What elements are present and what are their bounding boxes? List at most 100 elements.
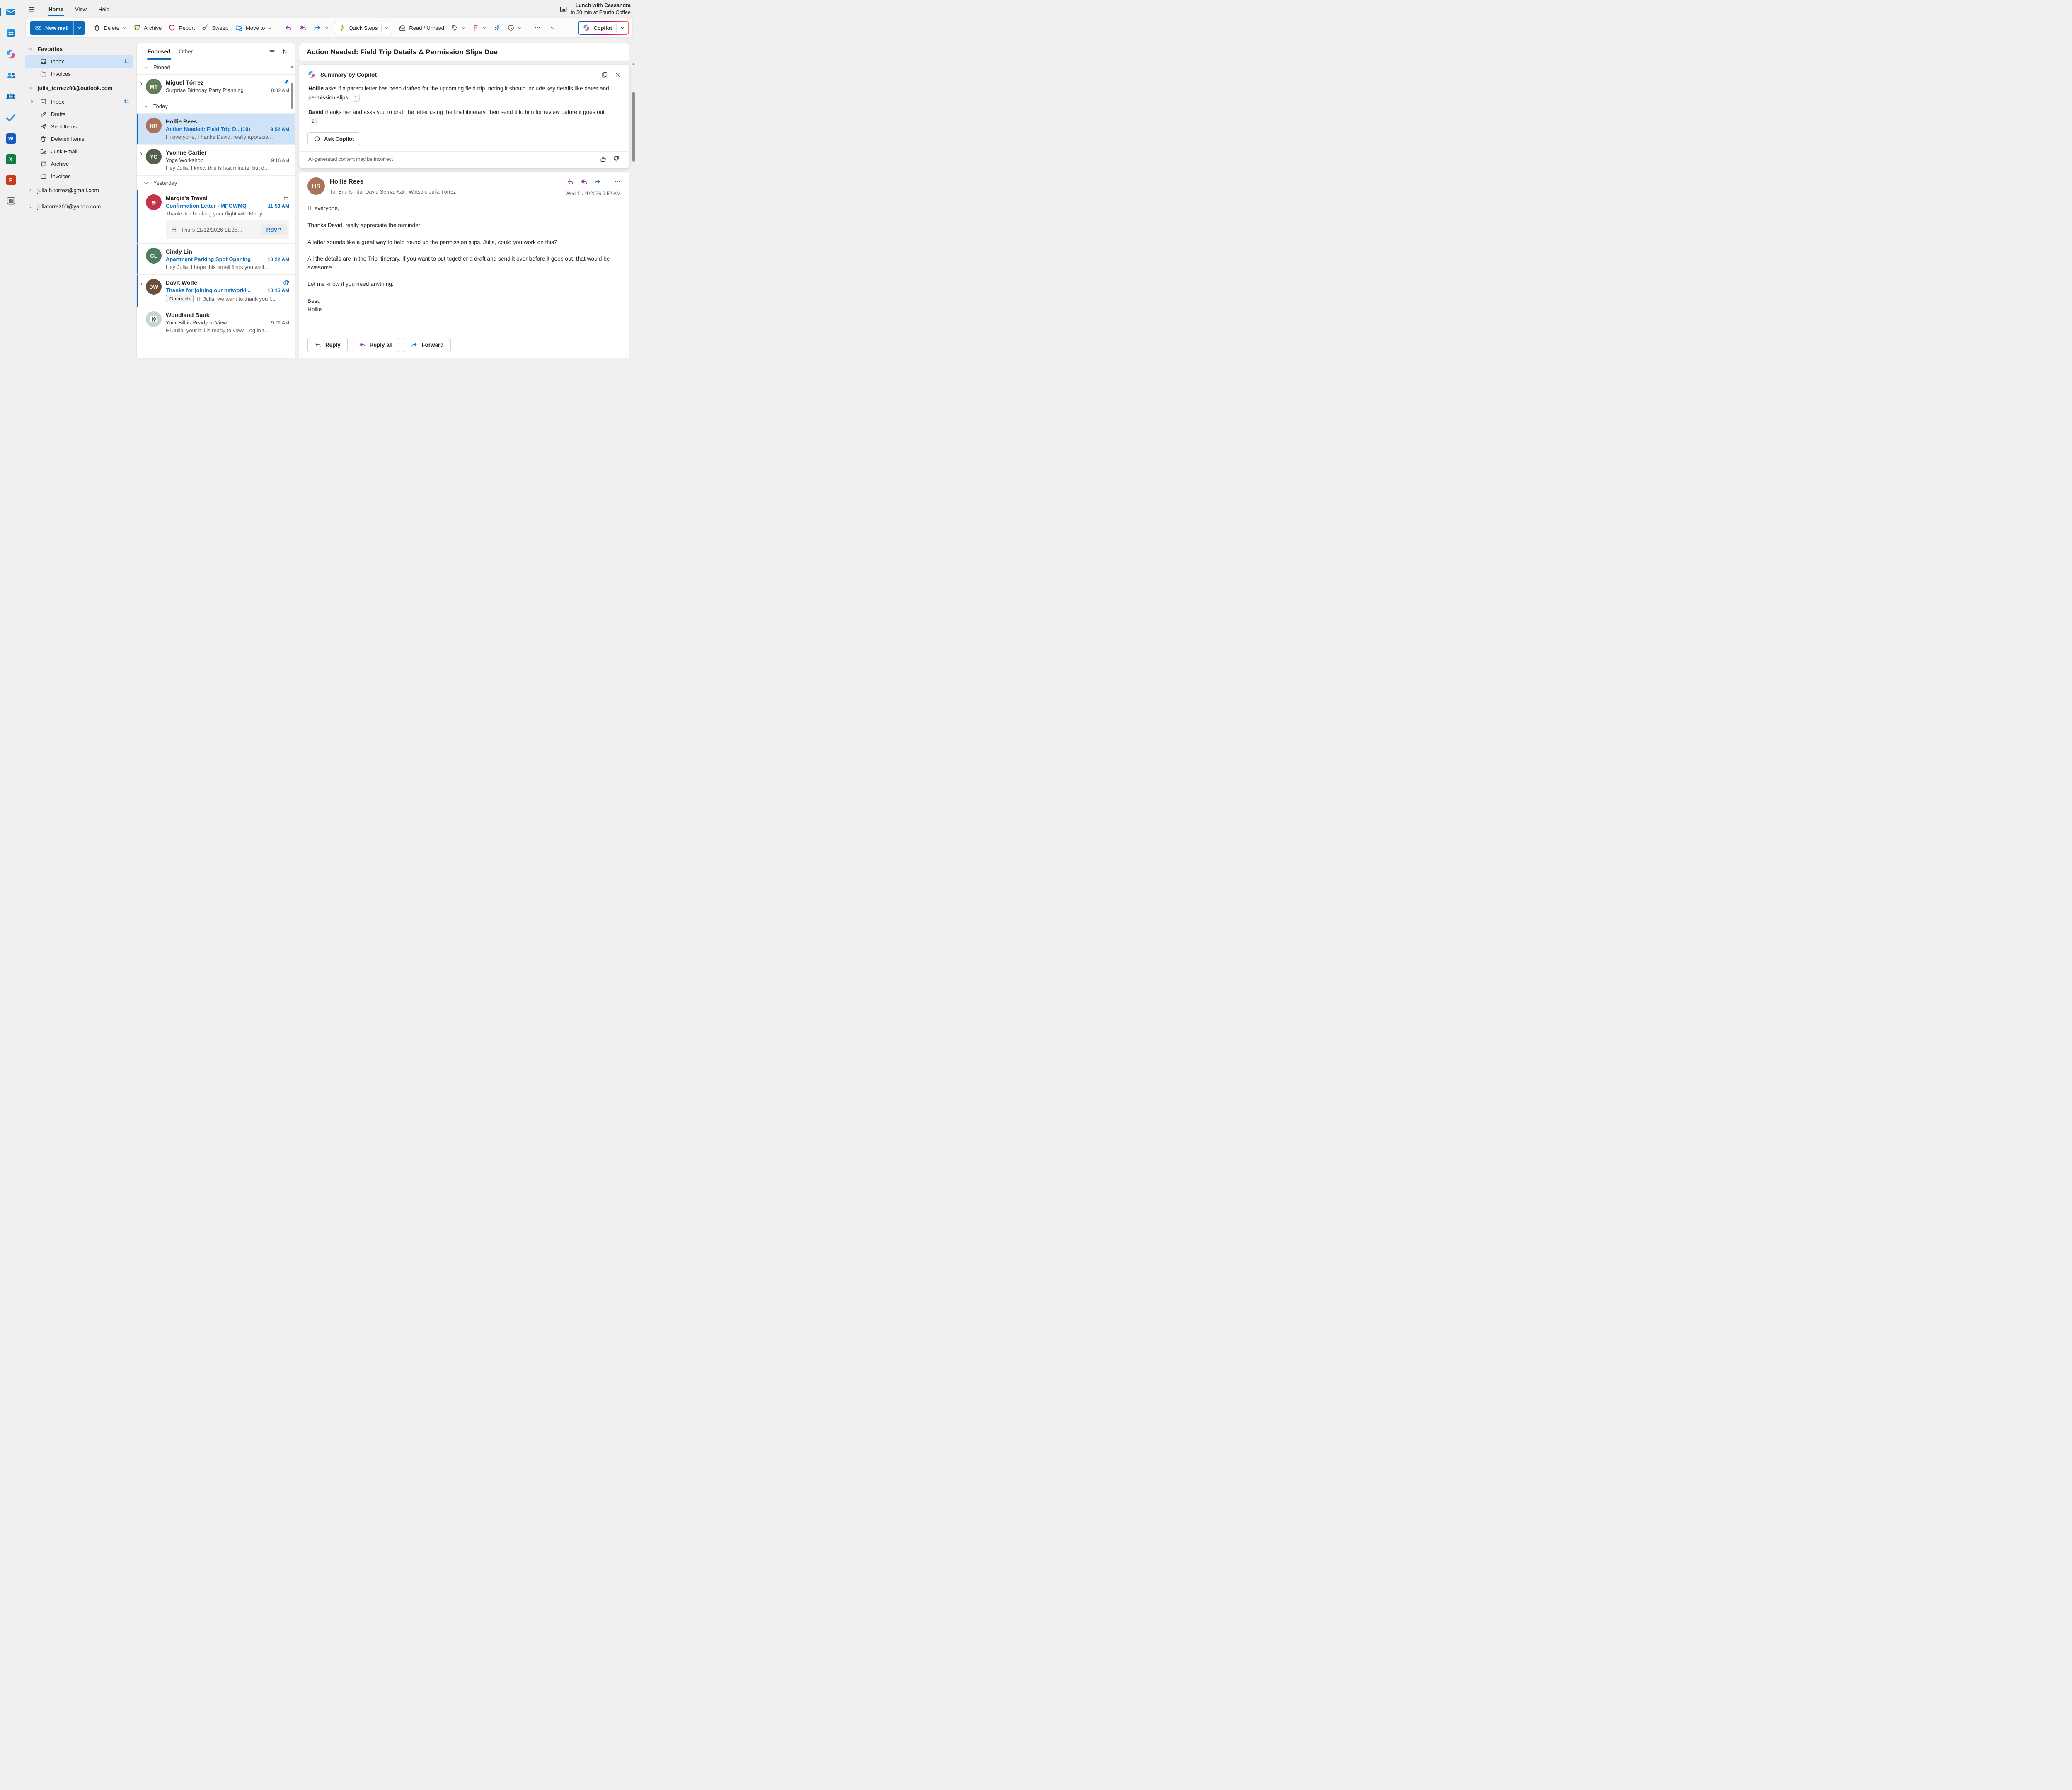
list-item-woodland-bank[interactable]: Woodland Bank Your Bill is Ready to View… [137,307,295,338]
group-header-yesterday[interactable]: Yesterday [137,176,295,190]
rail-item-outlook[interactable] [0,7,22,17]
hamburger-icon[interactable] [26,3,38,15]
chevron-down-icon [518,26,522,30]
account-yahoo[interactable]: juliatorrez00@yahoo.com [25,198,133,215]
copilot-summary-title: Summary by Copilot [320,71,377,78]
more-options-button[interactable] [531,22,544,34]
copilot-dropdown[interactable] [616,23,628,33]
rail-item-people[interactable] [0,70,22,81]
move-to-button[interactable]: Move to [232,21,275,35]
ribbon-expand-button[interactable] [547,22,558,34]
rail-item-calendar[interactable] [0,28,22,39]
read-unread-button[interactable]: Read / Unread [396,21,447,34]
account-gmail[interactable]: julia.h.torrez@gmail.com [25,182,133,198]
sidebar-item-inbox-favorite[interactable]: Inbox 11 [25,55,133,68]
copilot-button[interactable]: Copilot [578,21,629,35]
categorize-button[interactable] [448,21,469,34]
sort-icon[interactable] [281,48,288,55]
chevron-right-icon[interactable] [139,282,143,286]
reply-all-button[interactable] [296,21,310,35]
chevron-right-icon[interactable] [139,82,143,86]
excel-icon: X [6,154,16,164]
sidebar-item-drafts[interactable]: Drafts [25,108,133,120]
reply-icon [315,341,322,348]
quick-steps-button[interactable]: Quick Steps [335,22,392,34]
snooze-button[interactable] [504,21,525,34]
list-item-cindy[interactable]: CL Cindy Lin Apartment Parking Spot Open… [137,244,295,275]
chevron-right-icon[interactable] [30,99,34,104]
thumbs-down-icon[interactable] [613,155,620,162]
forward-button[interactable]: Forward [404,338,450,352]
message-list-scrollbar[interactable] [290,64,294,358]
sidebar-item-archive[interactable]: Archive [25,157,133,170]
tab-view[interactable]: View [69,4,92,15]
account-outlook[interactable]: julia_torrezz00@outlook.com [25,80,133,95]
report-button[interactable]: Report [165,21,198,34]
quick-steps-dropdown[interactable] [381,23,392,33]
sender-avatar[interactable]: HR [307,177,325,195]
event-reminder[interactable]: Lunch with Cassandra in 30 min at Fourth… [559,2,631,16]
tab-home[interactable]: Home [43,4,69,15]
new-mail-dropdown[interactable] [73,21,85,35]
rail-item-word[interactable]: W [0,133,22,144]
reply-button[interactable] [281,21,295,35]
scrollbar-thumb[interactable] [632,92,635,162]
groups-icon [5,91,16,102]
reply-all-button[interactable]: Reply all [352,338,400,352]
category-tag[interactable]: Outreach [166,295,194,302]
sidebar-item-sent-items[interactable]: Sent Items [25,120,133,133]
chevron-down-icon [461,26,466,30]
rsvp-button[interactable]: RSVP [261,224,287,235]
forward-button[interactable] [310,21,332,35]
ellipsis-icon[interactable] [614,179,621,185]
ask-copilot-button[interactable]: Ask Copilot [307,132,360,145]
sidebar-item-invoices[interactable]: Invoices [25,170,133,182]
thumbs-up-icon[interactable] [600,155,607,162]
list-item-miguel[interactable]: MT Miguel Tórrez Surprise Birthday Party… [137,75,295,99]
rail-item-to-do[interactable] [0,112,22,123]
scroll-up-arrow[interactable] [632,63,635,65]
chevron-right-icon[interactable] [139,152,143,156]
sweep-button[interactable]: Sweep [198,21,231,34]
rail-item-groups[interactable] [0,91,22,102]
reply-all-icon[interactable] [580,178,588,186]
list-item-margies-travel[interactable]: Margie's Travel Confirmation Letter - MP… [137,190,295,244]
event-card[interactable]: Thurs 11/12/2026 11:35... RSVP [166,220,289,239]
new-mail-button[interactable]: New mail [30,21,85,35]
citation-2[interactable]: 2 [310,118,317,125]
group-header-pinned[interactable]: Pinned [137,60,295,75]
tab-focused[interactable]: Focused [143,47,175,56]
sidebar-item-deleted-items[interactable]: Deleted Items [25,133,133,145]
rail-item-excel[interactable]: X [0,154,22,164]
sidebar-item-invoices-favorite[interactable]: Invoices [25,68,133,80]
close-icon[interactable] [615,72,621,78]
rail-item-copilot[interactable] [0,49,22,60]
archive-button[interactable]: Archive [131,21,165,34]
tab-help[interactable]: Help [92,4,115,15]
recipients-line[interactable]: To: Eric Ishida; David Serna; Katri Wats… [330,189,561,195]
window-scrollbar[interactable] [631,43,637,358]
flag-button[interactable] [470,22,490,34]
rail-item-powerpoint[interactable]: P [0,175,22,185]
forward-icon[interactable] [594,178,601,186]
tab-other[interactable]: Other [175,47,197,56]
rail-item-more-apps[interactable] [0,196,22,206]
list-item-yvonne[interactable]: YC Yvonne Cartier Yoga Workshop 9:16 AM … [137,145,295,176]
sidebar-item-junk-email[interactable]: Junk Email [25,145,133,157]
reply-button[interactable]: Reply [307,338,348,352]
scrollbar-thumb[interactable] [291,83,293,109]
group-header-today[interactable]: Today [137,99,295,114]
pin-button[interactable] [491,22,503,34]
pinned-icon[interactable] [281,79,289,85]
reply-icon[interactable] [566,178,574,186]
copy-summary-icon[interactable] [601,71,608,78]
sidebar-item-inbox[interactable]: Inbox 11 [25,95,133,108]
list-item-hollie[interactable]: HR Hollie Rees Action Needed: Field Trip… [137,114,295,145]
filter-icon[interactable] [269,48,276,55]
reminder-title: Lunch with Cassandra [571,2,631,9]
list-item-davit[interactable]: DW Davit Wolfe @ Thanks for joining our … [137,275,295,307]
citation-1[interactable]: 1 [353,94,360,102]
favorites-header[interactable]: Favorites [25,43,133,55]
scroll-up-arrow[interactable] [290,65,294,68]
delete-button[interactable]: Delete [90,21,130,34]
